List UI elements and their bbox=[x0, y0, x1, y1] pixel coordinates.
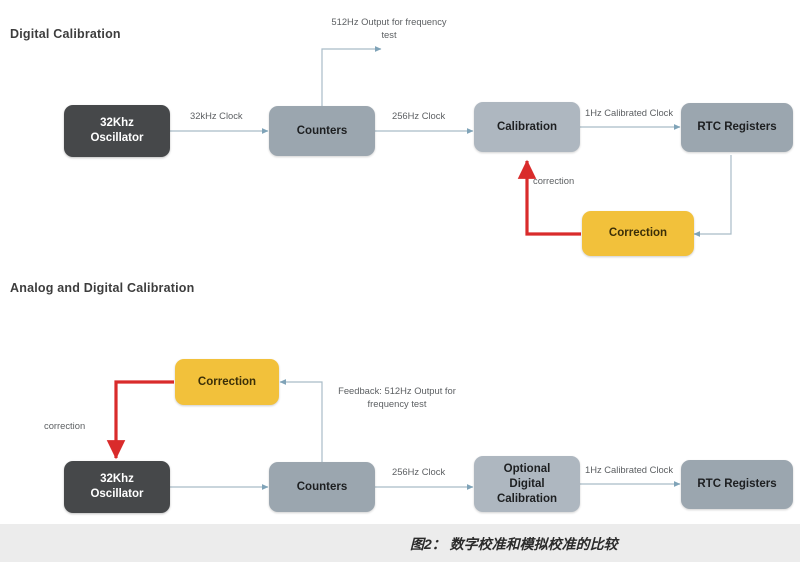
node-correction-2[interactable]: Correction bbox=[175, 359, 279, 405]
node-calibration[interactable]: Calibration bbox=[474, 102, 580, 152]
footer-band bbox=[0, 524, 800, 562]
node-calibration-label: Calibration bbox=[496, 120, 558, 133]
section-title-analog-and-digital-calibration: Analog and Digital Calibration bbox=[10, 281, 195, 295]
label-feedback-line1: Feedback: bbox=[338, 385, 382, 396]
node-oscillator-line2: Oscillator bbox=[90, 132, 144, 144]
node-counters-2[interactable]: Counters bbox=[269, 462, 375, 512]
wire-counters-frequency-test bbox=[321, 46, 382, 106]
node-rtc-registers-label: RTC Registers bbox=[697, 121, 777, 133]
wire-counters2-feedback-to-correction bbox=[279, 379, 323, 462]
node-rtc-registers-2[interactable]: RTC Registers bbox=[681, 460, 793, 509]
node-counters[interactable]: Counters bbox=[269, 106, 375, 156]
node-optional-digital-calibration[interactable]: Optional Digital Calibration bbox=[474, 456, 580, 512]
node-counters-label: Counters bbox=[296, 124, 348, 137]
label-256hz-clock: 256Hz Clock bbox=[392, 110, 446, 121]
label-1hz-calibrated-clock-2: 1Hz Calibrated Clock bbox=[585, 464, 674, 475]
node-correction-2-label: Correction bbox=[197, 375, 257, 388]
label-256hz-clock-2: 256Hz Clock bbox=[392, 466, 446, 477]
section-title-digital-calibration: Digital Calibration bbox=[10, 27, 121, 41]
label-correction-bottom: correction bbox=[44, 420, 86, 431]
label-feedback-512hz: Feedback: 512Hz Output for frequency tes… bbox=[336, 385, 458, 410]
wire-rtc-to-correction bbox=[693, 155, 732, 237]
label-correction-top: correction bbox=[533, 175, 575, 186]
node-oscillator[interactable]: 32Khz Oscillator bbox=[64, 105, 170, 157]
node-rtc-registers[interactable]: RTC Registers bbox=[681, 103, 793, 152]
label-feedback-line2: 512Hz Output for bbox=[384, 385, 456, 396]
node-optional-line3: Calibration bbox=[496, 492, 558, 505]
node-correction-label: Correction bbox=[608, 227, 668, 239]
label-32khz-clock: 32kHz Clock bbox=[190, 110, 243, 121]
figure-caption: 图2： 数字校准和模拟校准的比较 bbox=[410, 536, 618, 552]
wire-correction-to-oscillator2 bbox=[106, 380, 174, 460]
node-oscillator-2-line1: 32Khz bbox=[100, 473, 134, 485]
node-correction[interactable]: Correction bbox=[582, 211, 694, 256]
label-feedback-line3: frequency test bbox=[367, 397, 427, 409]
node-optional-line1: Optional bbox=[503, 462, 551, 475]
label-512hz-frequency-test: 512Hz Output for frequency test bbox=[329, 16, 449, 41]
label-512hz-line1: 512Hz Output for bbox=[331, 16, 403, 27]
node-oscillator-2-line2: Oscillator bbox=[90, 488, 144, 500]
diagram-canvas: Digital Calibration 32Khz Oscillator Cou… bbox=[0, 0, 800, 562]
node-rtc-registers-2-label: RTC Registers bbox=[697, 478, 777, 490]
node-counters-2-label: Counters bbox=[296, 480, 348, 493]
node-oscillator-line1: 32Khz bbox=[100, 117, 134, 129]
node-optional-line2: Digital bbox=[509, 477, 545, 490]
wire-correction-to-calibration bbox=[517, 159, 581, 236]
label-1hz-calibrated-clock: 1Hz Calibrated Clock bbox=[585, 107, 674, 118]
node-oscillator-2[interactable]: 32Khz Oscillator bbox=[64, 461, 170, 513]
